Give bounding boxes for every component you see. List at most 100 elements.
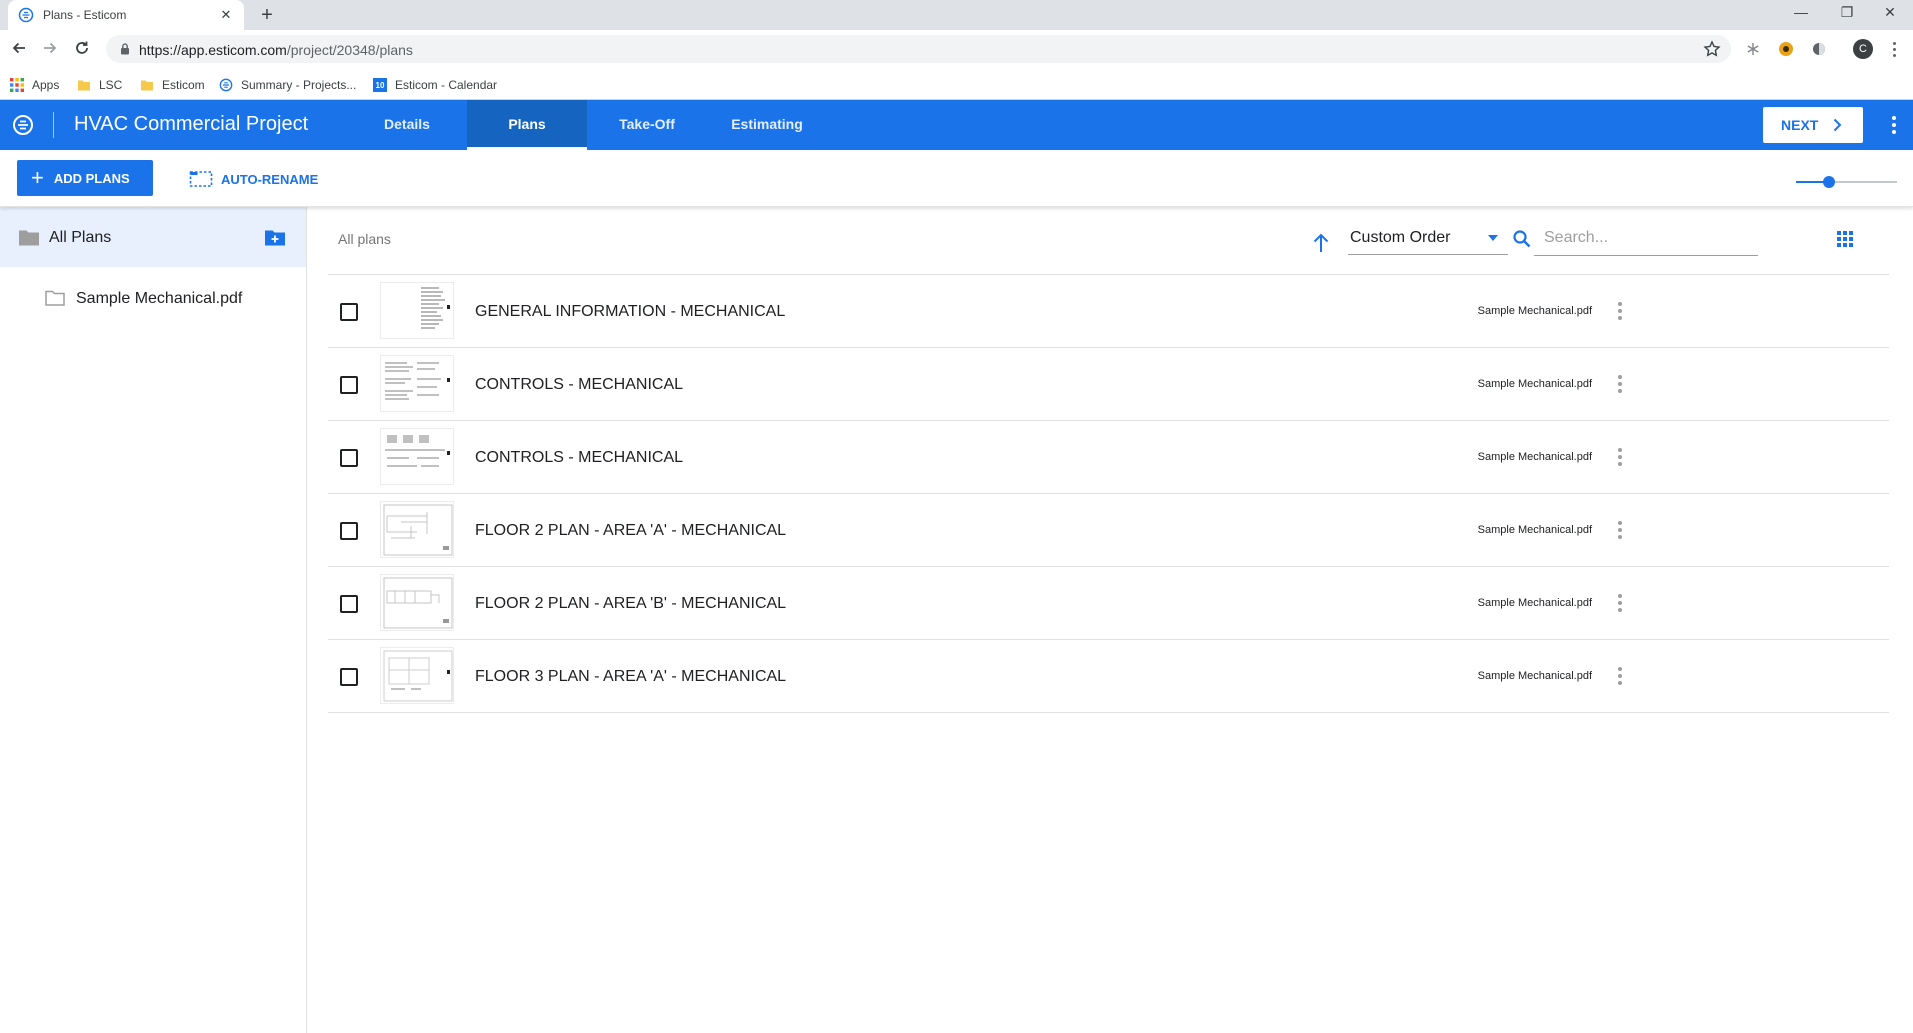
esticom-favicon-icon	[18, 7, 34, 23]
plan-thumbnail[interactable]	[380, 428, 454, 485]
tab-details[interactable]: Details	[356, 100, 458, 150]
plan-file: Sample Mechanical.pdf	[1477, 524, 1592, 536]
sidebar-item-label: All Plans	[49, 229, 112, 246]
folder-icon	[140, 78, 154, 92]
search-icon	[1512, 229, 1532, 249]
plan-name[interactable]: GENERAL INFORMATION - MECHANICAL	[475, 303, 785, 321]
browser-toolbar: https://app.esticom.com/project/20348/pl…	[0, 30, 1913, 70]
folder-sidebar: All Plans Sample Mechanical.pdf	[0, 207, 307, 1033]
plan-file: Sample Mechanical.pdf	[1477, 451, 1592, 463]
more-options-icon[interactable]	[1615, 593, 1625, 613]
breadcrumb: All plans	[338, 231, 391, 247]
profile-avatar[interactable]: C	[1853, 39, 1873, 59]
plan-checkbox[interactable]	[340, 668, 358, 686]
bookmark-star-icon[interactable]	[1703, 40, 1721, 58]
zoom-slider[interactable]	[1796, 176, 1897, 188]
auto-rename-button[interactable]: AUTO-RENAME	[189, 168, 318, 190]
plan-thumbnail[interactable]	[380, 282, 454, 339]
chrome-menu-icon[interactable]	[1889, 39, 1899, 59]
more-options-icon[interactable]	[1615, 520, 1625, 540]
chevron-right-icon	[1832, 118, 1842, 132]
add-folder-icon[interactable]	[265, 229, 285, 246]
window-restore-button[interactable]: ❐	[1824, 0, 1870, 26]
sort-direction-arrow-icon[interactable]	[1312, 233, 1330, 253]
bookmark-label: Esticom	[162, 78, 205, 92]
bookmark-esticom[interactable]: Esticom	[140, 76, 205, 94]
plan-row[interactable]: FLOOR 2 PLAN - AREA 'B' - MECHANICAL Sam…	[328, 567, 1889, 640]
esticom-logo-icon	[219, 78, 233, 92]
zoom-slider-thumb[interactable]	[1823, 176, 1836, 188]
more-options-icon[interactable]	[1615, 666, 1625, 686]
app-header: HVAC Commercial Project Details Plans Ta…	[0, 100, 1913, 150]
plan-row[interactable]: GENERAL INFORMATION - MECHANICAL Sample …	[328, 275, 1889, 348]
window-minimize-button[interactable]: —	[1778, 0, 1824, 26]
arrow-left-icon	[11, 40, 27, 61]
plan-checkbox[interactable]	[340, 303, 358, 321]
plan-checkbox[interactable]	[340, 522, 358, 540]
plan-thumbnail[interactable]	[380, 647, 454, 704]
browser-tabstrip: Plans - Esticom ✕ + — ❐ ✕	[0, 0, 1913, 30]
grid-view-icon[interactable]	[1837, 231, 1853, 247]
search-input[interactable]	[1534, 220, 1758, 256]
plan-name[interactable]: CONTROLS - MECHANICAL	[475, 376, 683, 394]
sidebar-item-all-plans[interactable]: All Plans	[0, 207, 306, 267]
sidebar-item-sample-mechanical[interactable]: Sample Mechanical.pdf	[0, 267, 306, 319]
dropdown-caret-icon	[1488, 235, 1498, 241]
plan-checkbox[interactable]	[340, 595, 358, 613]
plan-name[interactable]: FLOOR 3 PLAN - AREA 'A' - MECHANICAL	[475, 668, 786, 686]
sort-order-select[interactable]: Custom Order	[1348, 219, 1508, 255]
more-options-icon[interactable]	[1615, 301, 1625, 321]
tab-take-off[interactable]: Take-Off	[596, 100, 698, 150]
plan-row[interactable]: CONTROLS - MECHANICAL Sample Mechanical.…	[328, 421, 1889, 494]
plan-thumbnail[interactable]	[380, 501, 454, 558]
reload-icon	[74, 40, 90, 61]
snowflake-extension-icon[interactable]	[1744, 40, 1762, 58]
plan-thumbnail[interactable]	[380, 574, 454, 631]
folder-icon	[77, 78, 91, 92]
folder-outline-icon	[45, 290, 65, 306]
url-text: https://app.esticom.com/project/20348/pl…	[139, 42, 413, 58]
honey-extension-icon[interactable]	[1777, 40, 1795, 58]
plan-name[interactable]: FLOOR 2 PLAN - AREA 'A' - MECHANICAL	[475, 522, 786, 540]
plan-checkbox[interactable]	[340, 449, 358, 467]
auto-rename-icon	[189, 170, 213, 188]
browser-tab-title: Plans - Esticom	[43, 8, 127, 22]
back-button[interactable]	[7, 38, 31, 62]
tab-close-icon[interactable]: ✕	[218, 7, 234, 23]
app-more-menu-icon[interactable]	[1889, 115, 1899, 135]
new-tab-button[interactable]: +	[254, 3, 280, 27]
plan-row[interactable]: FLOOR 3 PLAN - AREA 'A' - MECHANICAL Sam…	[328, 640, 1889, 713]
bookmark-esticom-calendar[interactable]: 10 Esticom - Calendar	[373, 76, 497, 94]
plan-name[interactable]: FLOOR 2 PLAN - AREA 'B' - MECHANICAL	[475, 595, 786, 613]
more-options-icon[interactable]	[1615, 447, 1625, 467]
browser-tab[interactable]: Plans - Esticom ✕	[8, 0, 244, 30]
reload-button[interactable]	[70, 38, 94, 62]
plans-main: All plans Custom Order GENERAL INFORMATI…	[308, 207, 1913, 1033]
plan-file: Sample Mechanical.pdf	[1477, 378, 1592, 390]
url-path: /project/20348/plans	[286, 42, 413, 58]
bookmark-label: Esticom - Calendar	[395, 78, 498, 92]
plan-name[interactable]: CONTROLS - MECHANICAL	[475, 449, 683, 467]
plan-checkbox[interactable]	[340, 376, 358, 394]
next-button[interactable]: NEXT	[1763, 107, 1863, 143]
add-plans-button[interactable]: + ADD PLANS	[17, 160, 153, 196]
tab-estimating[interactable]: Estimating	[711, 100, 823, 150]
plan-thumbnail[interactable]	[380, 355, 454, 412]
plus-icon: +	[31, 165, 44, 190]
window-close-button[interactable]: ✕	[1867, 0, 1913, 26]
tab-plans[interactable]: Plans	[467, 100, 587, 150]
bookmark-apps[interactable]: Apps	[10, 76, 59, 94]
plan-row[interactable]: CONTROLS - MECHANICAL Sample Mechanical.…	[328, 348, 1889, 421]
plan-row[interactable]: FLOOR 2 PLAN - AREA 'A' - MECHANICAL Sam…	[328, 494, 1889, 567]
arrow-right-icon	[42, 40, 58, 61]
more-options-icon[interactable]	[1615, 374, 1625, 394]
bookmark-summary-projects[interactable]: Summary - Projects...	[219, 76, 356, 94]
address-bar[interactable]: https://app.esticom.com/project/20348/pl…	[106, 35, 1731, 63]
project-title: HVAC Commercial Project	[74, 113, 309, 135]
forward-button[interactable]	[38, 38, 62, 62]
bookmark-lsc[interactable]: LSC	[77, 76, 122, 94]
bookmark-label: LSC	[99, 78, 123, 92]
sidebar-item-label: Sample Mechanical.pdf	[76, 290, 243, 307]
esticom-logo-icon[interactable]	[12, 114, 34, 136]
privacy-extension-icon[interactable]	[1810, 40, 1828, 58]
